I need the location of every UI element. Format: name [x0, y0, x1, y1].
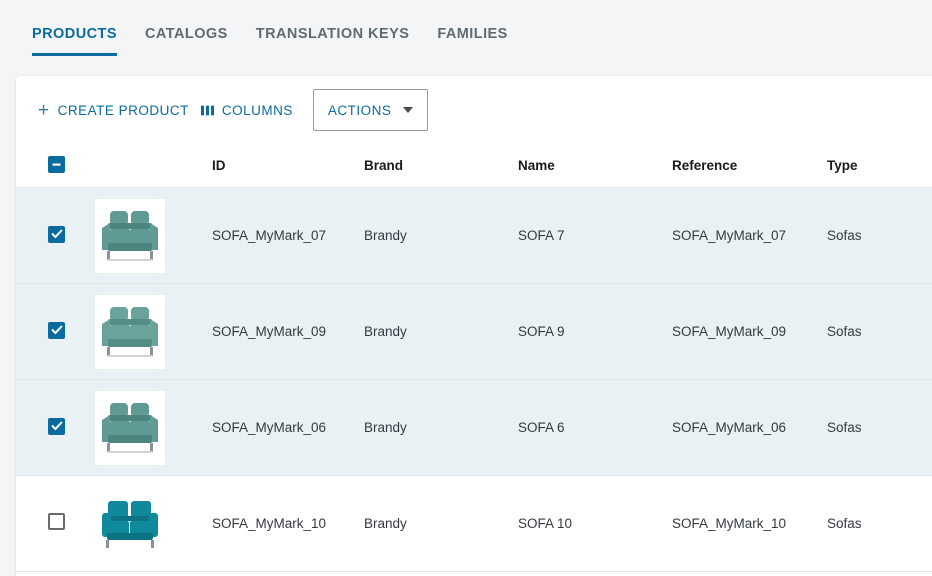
- cell-type: Sofas: [827, 228, 862, 243]
- table-row[interactable]: SOFA_MyMark_06 Brandy SOFA 6 SOFA_MyMark…: [16, 380, 932, 476]
- column-header-brand[interactable]: Brand: [350, 158, 504, 173]
- tab-translation-keys-label: TRANSLATION KEYS: [255, 26, 410, 42]
- row-select-cell: [16, 225, 65, 246]
- product-thumbnail-cell: [62, 198, 198, 273]
- select-all-checkbox[interactable]: [48, 156, 65, 173]
- cell-name: SOFA 7: [518, 228, 565, 243]
- cell-reference: SOFA_MyMark_07: [672, 228, 787, 243]
- column-header-reference[interactable]: Reference: [658, 158, 813, 173]
- plus-icon: +: [38, 99, 50, 121]
- cell-name: SOFA 9: [518, 324, 565, 339]
- product-thumbnail-cell: [62, 486, 198, 561]
- sofa-thumbnail-icon: [95, 486, 165, 561]
- columns-button[interactable]: COLUMNS: [195, 97, 299, 124]
- columns-icon: [200, 104, 214, 116]
- sofa-thumbnail-icon: [95, 390, 165, 465]
- product-thumbnail-cell: [62, 294, 198, 369]
- cell-id: SOFA_MyMark_10: [212, 516, 327, 531]
- cell-name: SOFA 10: [518, 516, 573, 531]
- cell-name: SOFA 6: [518, 420, 565, 435]
- create-product-button[interactable]: + CREATE PRODUCT: [32, 95, 195, 126]
- cell-reference: SOFA_MyMark_10: [672, 516, 787, 531]
- cell-brand: Brandy: [364, 228, 407, 243]
- cell-brand: Brandy: [364, 324, 407, 339]
- products-table: ID Brand Name Reference Type SOFA_MyMark…: [16, 144, 932, 572]
- cell-id: SOFA_MyMark_06: [212, 420, 327, 435]
- column-header-name[interactable]: Name: [504, 158, 658, 173]
- table-toolbar: + CREATE PRODUCT COLUMNS ACTIONS: [16, 76, 932, 144]
- chevron-down-icon: [403, 107, 414, 113]
- tab-families-label: FAMILIES: [437, 26, 508, 42]
- sofa-thumbnail-icon: [95, 294, 165, 369]
- tab-bar: PRODUCTS CATALOGS TRANSLATION KEYS FAMIL…: [0, 0, 932, 68]
- tab-catalogs[interactable]: CATALOGS: [131, 0, 242, 68]
- table-row[interactable]: SOFA_MyMark_07 Brandy SOFA 7 SOFA_MyMark…: [16, 188, 932, 284]
- cell-id: SOFA_MyMark_07: [212, 228, 327, 243]
- cell-brand: Brandy: [364, 516, 407, 531]
- actions-dropdown-button[interactable]: ACTIONS: [312, 89, 429, 131]
- row-select-cell: [16, 321, 65, 342]
- columns-label: COLUMNS: [221, 102, 293, 118]
- tab-products-label: PRODUCTS: [32, 26, 117, 42]
- cell-type: Sofas: [827, 420, 862, 435]
- select-all-cell: [16, 156, 65, 175]
- cell-reference: SOFA_MyMark_09: [672, 324, 787, 339]
- table-row[interactable]: SOFA_MyMark_10 Brandy SOFA 10 SOFA_MyMar…: [16, 476, 932, 572]
- cell-brand: Brandy: [364, 420, 407, 435]
- tab-translation-keys[interactable]: TRANSLATION KEYS: [242, 0, 424, 68]
- products-panel: + CREATE PRODUCT COLUMNS ACTIONS ID Bran…: [16, 76, 932, 576]
- create-product-label: CREATE PRODUCT: [57, 102, 189, 118]
- tab-catalogs-label: CATALOGS: [144, 26, 228, 42]
- sofa-thumbnail-icon: [95, 198, 165, 273]
- row-select-cell: [16, 417, 65, 438]
- table-row[interactable]: SOFA_MyMark_09 Brandy SOFA 9 SOFA_MyMark…: [16, 284, 932, 380]
- cell-reference: SOFA_MyMark_06: [672, 420, 787, 435]
- table-header-row: ID Brand Name Reference Type: [16, 144, 932, 188]
- tab-products[interactable]: PRODUCTS: [18, 0, 131, 68]
- row-select-cell: [16, 512, 65, 535]
- column-header-id[interactable]: ID: [198, 158, 350, 173]
- cell-id: SOFA_MyMark_09: [212, 324, 327, 339]
- cell-type: Sofas: [827, 324, 862, 339]
- product-thumbnail-cell: [62, 390, 198, 465]
- column-header-type[interactable]: Type: [813, 158, 913, 173]
- actions-label: ACTIONS: [327, 102, 392, 118]
- cell-type: Sofas: [827, 516, 862, 531]
- table-body: SOFA_MyMark_07 Brandy SOFA 7 SOFA_MyMark…: [16, 188, 932, 572]
- tab-families[interactable]: FAMILIES: [423, 0, 521, 68]
